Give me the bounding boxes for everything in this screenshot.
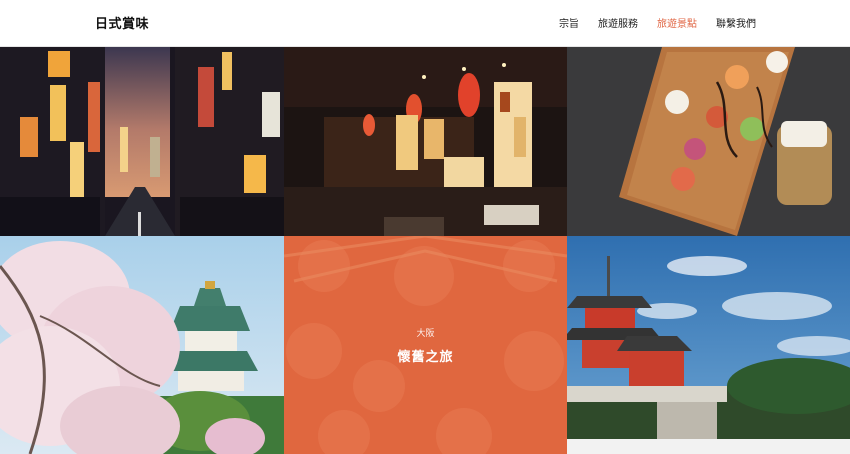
- gallery-tile-sushi-board[interactable]: [567, 47, 850, 236]
- gallery-tile-temple-pagoda[interactable]: [567, 236, 850, 454]
- sushi-board-photo: [567, 47, 850, 236]
- izakaya-alley-photo: [284, 47, 567, 236]
- featured-subtitle: 大阪: [416, 328, 435, 339]
- nav-item-contact[interactable]: 聯繫我們: [716, 15, 756, 30]
- gallery-tile-osaka-castle[interactable]: [0, 236, 284, 454]
- photo-gallery: 大阪 懷舊之旅: [0, 47, 850, 454]
- osaka-castle-photo: [0, 236, 284, 454]
- main-nav: 宗旨 旅遊服務 旅遊景點 聯繫我們: [559, 15, 756, 30]
- nav-item-travel-services[interactable]: 旅遊服務: [598, 15, 638, 30]
- featured-title: 懷舊之旅: [397, 349, 454, 365]
- top-navbar: 日式賞味 宗旨 旅遊服務 旅遊景點 聯繫我們: [0, 0, 850, 47]
- gallery-tile-night-street[interactable]: [0, 47, 284, 236]
- gallery-tile-featured-osaka[interactable]: 大阪 懷舊之旅: [284, 236, 567, 454]
- night-street-photo: [0, 47, 284, 236]
- nav-item-mission[interactable]: 宗旨: [559, 15, 579, 30]
- featured-caption: 大阪 懷舊之旅: [284, 236, 567, 454]
- site-brand[interactable]: 日式賞味: [95, 13, 149, 32]
- gallery-tile-izakaya-alley[interactable]: [284, 47, 567, 236]
- temple-pagoda-photo: [567, 236, 850, 454]
- nav-item-attractions[interactable]: 旅遊景點: [657, 15, 697, 30]
